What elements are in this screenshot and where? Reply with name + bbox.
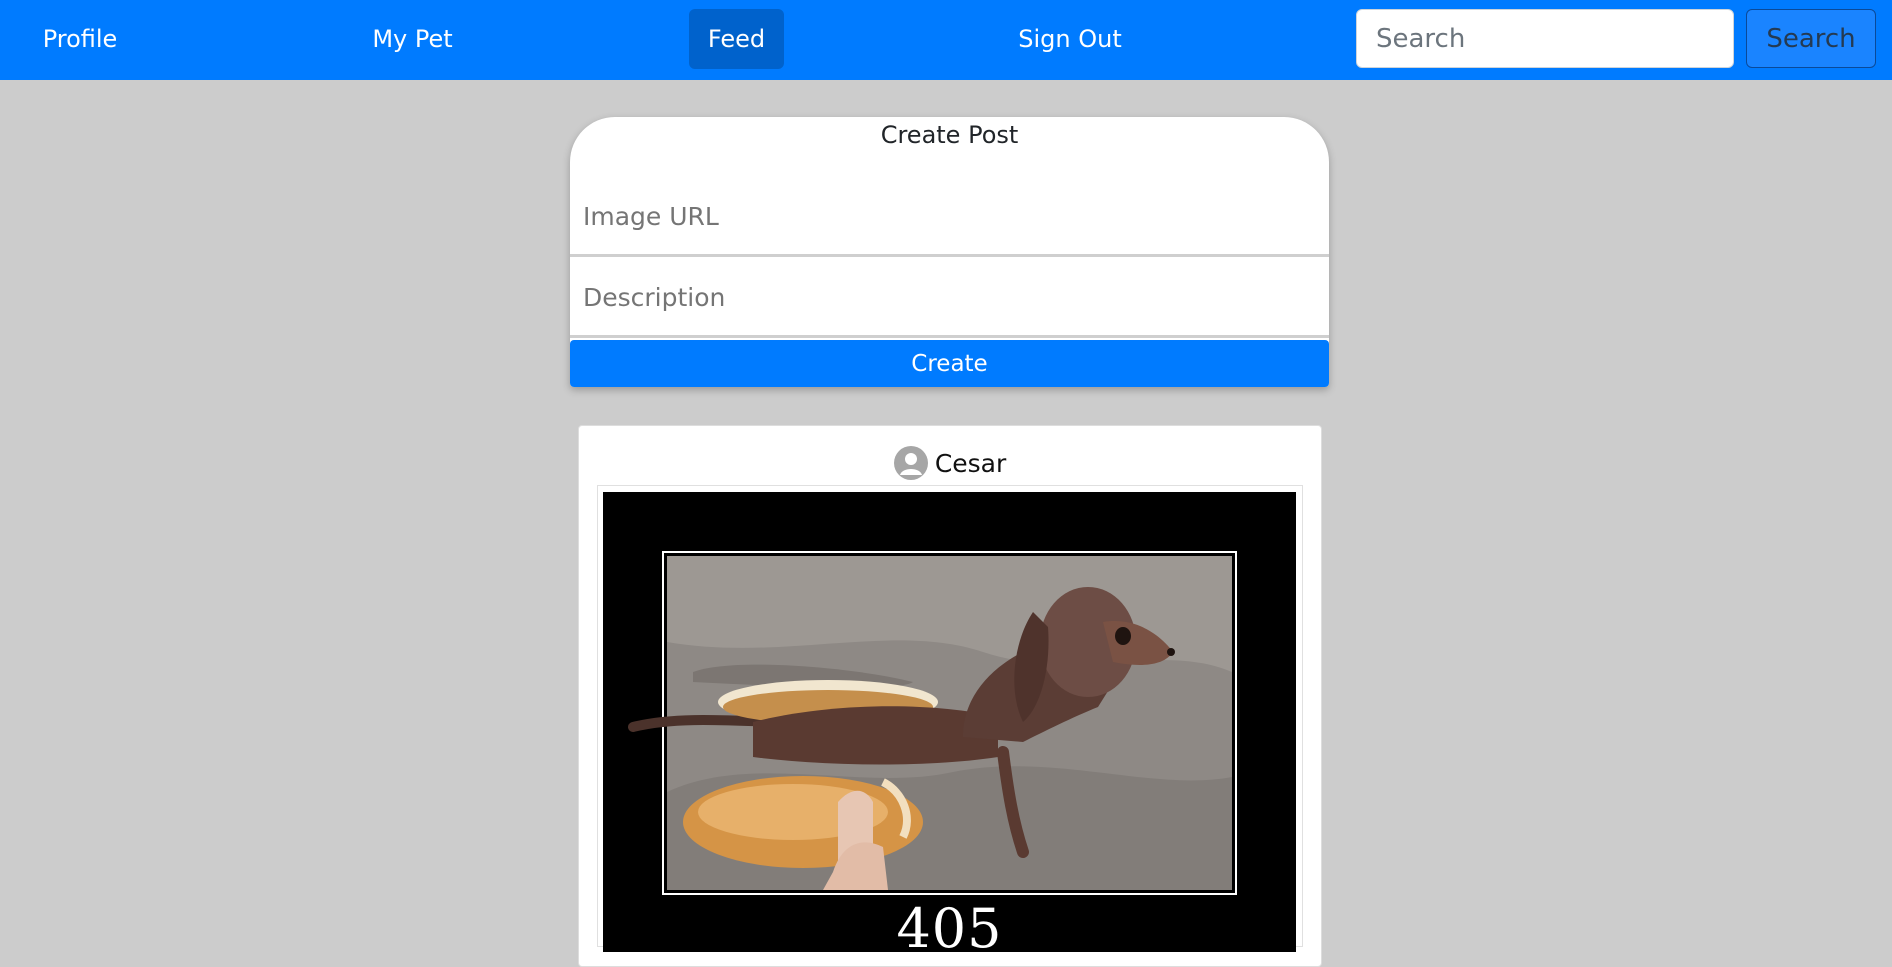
- user-icon: [893, 446, 928, 480]
- hotdog-dog-photo: [603, 492, 1296, 952]
- search-input[interactable]: [1356, 9, 1734, 68]
- post-header: Cesar: [579, 446, 1321, 482]
- create-button[interactable]: Create: [570, 340, 1329, 387]
- poster-caption: 405: [896, 897, 1003, 952]
- nav-sign-out-link[interactable]: Sign Out: [1010, 9, 1130, 69]
- create-post-title: Create Post: [880, 121, 1019, 149]
- nav-profile-link[interactable]: Profile: [30, 9, 130, 69]
- description-input[interactable]: [570, 260, 1329, 338]
- create-post-card: Create Post Create: [570, 117, 1329, 387]
- nav-feed-link[interactable]: Feed: [689, 9, 784, 69]
- nav-my-pet-link[interactable]: My Pet: [360, 9, 465, 69]
- search-button[interactable]: Search: [1746, 9, 1876, 68]
- image-url-input[interactable]: [570, 179, 1329, 257]
- post-image: 405: [603, 492, 1296, 952]
- post-card: Cesar 405: [578, 425, 1322, 967]
- top-navbar: Profile My Pet Feed Sign Out Search: [0, 0, 1892, 80]
- post-username: Cesar: [934, 448, 1007, 478]
